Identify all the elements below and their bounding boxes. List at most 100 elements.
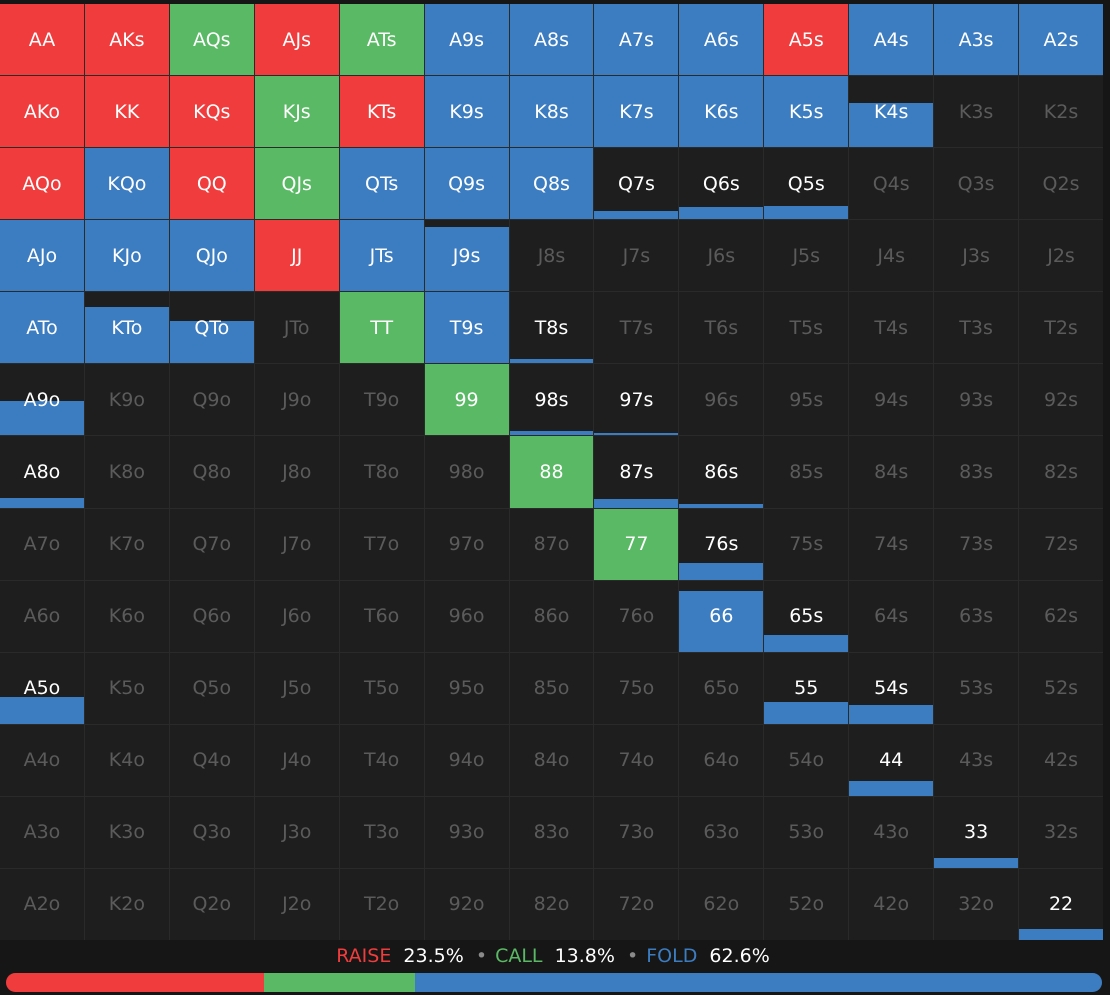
hand-cell-J4o[interactable]: J4o: [254, 724, 339, 796]
hand-cell-A5s[interactable]: A5s: [764, 4, 849, 76]
hand-cell-75o[interactable]: 75o: [594, 652, 679, 724]
hand-cell-K9o[interactable]: K9o: [84, 364, 169, 436]
hand-cell-AQo[interactable]: AQo: [0, 148, 84, 220]
hand-cell-AJo[interactable]: AJo: [0, 220, 84, 292]
hand-cell-43o[interactable]: 43o: [849, 796, 934, 868]
hand-cell-84s[interactable]: 84s: [849, 436, 934, 508]
hand-cell-AQs[interactable]: AQs: [169, 4, 254, 76]
hand-cell-22[interactable]: 22: [1019, 868, 1103, 940]
hand-cell-97s[interactable]: 97s: [594, 364, 679, 436]
hand-cell-QTo[interactable]: QTo: [169, 292, 254, 364]
hand-cell-A3o[interactable]: A3o: [0, 796, 84, 868]
hand-cell-85o[interactable]: 85o: [509, 652, 594, 724]
hand-cell-K6s[interactable]: K6s: [679, 76, 764, 148]
hand-cell-A8o[interactable]: A8o: [0, 436, 84, 508]
hand-cell-J8o[interactable]: J8o: [254, 436, 339, 508]
hand-cell-A2s[interactable]: A2s: [1019, 4, 1103, 76]
hand-cell-T5o[interactable]: T5o: [339, 652, 424, 724]
hand-cell-84o[interactable]: 84o: [509, 724, 594, 796]
hand-cell-Q8s[interactable]: Q8s: [509, 148, 594, 220]
hand-cell-QJs[interactable]: QJs: [254, 148, 339, 220]
hand-cell-Q5o[interactable]: Q5o: [169, 652, 254, 724]
hand-cell-Q6o[interactable]: Q6o: [169, 580, 254, 652]
hand-cell-KQs[interactable]: KQs: [169, 76, 254, 148]
hand-cell-Q8o[interactable]: Q8o: [169, 436, 254, 508]
hand-cell-63s[interactable]: 63s: [934, 580, 1019, 652]
hand-cell-54s[interactable]: 54s: [849, 652, 934, 724]
hand-cell-K3o[interactable]: K3o: [84, 796, 169, 868]
hand-cell-42o[interactable]: 42o: [849, 868, 934, 940]
hand-cell-KK[interactable]: KK: [84, 76, 169, 148]
hand-cell-J3s[interactable]: J3s: [934, 220, 1019, 292]
hand-cell-T2o[interactable]: T2o: [339, 868, 424, 940]
hand-cell-T4s[interactable]: T4s: [849, 292, 934, 364]
hand-cell-44[interactable]: 44: [849, 724, 934, 796]
hand-cell-88[interactable]: 88: [509, 436, 594, 508]
hand-cell-K8s[interactable]: K8s: [509, 76, 594, 148]
hand-cell-T3o[interactable]: T3o: [339, 796, 424, 868]
hand-cell-J8s[interactable]: J8s: [509, 220, 594, 292]
hand-cell-K4s[interactable]: K4s: [849, 76, 934, 148]
hand-cell-T3s[interactable]: T3s: [934, 292, 1019, 364]
hand-cell-A9s[interactable]: A9s: [424, 4, 509, 76]
hand-cell-K5o[interactable]: K5o: [84, 652, 169, 724]
hand-cell-Q7o[interactable]: Q7o: [169, 508, 254, 580]
hand-cell-QQ[interactable]: QQ: [169, 148, 254, 220]
hand-cell-J3o[interactable]: J3o: [254, 796, 339, 868]
hand-cell-96o[interactable]: 96o: [424, 580, 509, 652]
hand-cell-87s[interactable]: 87s: [594, 436, 679, 508]
hand-cell-T4o[interactable]: T4o: [339, 724, 424, 796]
hand-cell-A9o[interactable]: A9o: [0, 364, 84, 436]
hand-cell-K8o[interactable]: K8o: [84, 436, 169, 508]
hand-cell-T5s[interactable]: T5s: [764, 292, 849, 364]
hand-cell-A6o[interactable]: A6o: [0, 580, 84, 652]
hand-cell-94s[interactable]: 94s: [849, 364, 934, 436]
hand-cell-73s[interactable]: 73s: [934, 508, 1019, 580]
hand-cell-ATo[interactable]: ATo: [0, 292, 84, 364]
hand-cell-TT[interactable]: TT: [339, 292, 424, 364]
hand-cell-K6o[interactable]: K6o: [84, 580, 169, 652]
hand-cell-96s[interactable]: 96s: [679, 364, 764, 436]
hand-cell-74s[interactable]: 74s: [849, 508, 934, 580]
hand-cell-33[interactable]: 33: [934, 796, 1019, 868]
hand-cell-77[interactable]: 77: [594, 508, 679, 580]
hand-cell-T7s[interactable]: T7s: [594, 292, 679, 364]
hand-cell-92o[interactable]: 92o: [424, 868, 509, 940]
hand-cell-87o[interactable]: 87o: [509, 508, 594, 580]
hand-cell-Q3s[interactable]: Q3s: [934, 148, 1019, 220]
hand-cell-KJo[interactable]: KJo: [84, 220, 169, 292]
hand-cell-QTs[interactable]: QTs: [339, 148, 424, 220]
hand-cell-Q6s[interactable]: Q6s: [679, 148, 764, 220]
hand-cell-Q4s[interactable]: Q4s: [849, 148, 934, 220]
hand-cell-T7o[interactable]: T7o: [339, 508, 424, 580]
hand-cell-66[interactable]: 66: [679, 580, 764, 652]
hand-cell-93s[interactable]: 93s: [934, 364, 1019, 436]
hand-cell-JJ[interactable]: JJ: [254, 220, 339, 292]
hand-cell-K4o[interactable]: K4o: [84, 724, 169, 796]
hand-cell-T2s[interactable]: T2s: [1019, 292, 1103, 364]
hand-cell-A3s[interactable]: A3s: [934, 4, 1019, 76]
hand-cell-74o[interactable]: 74o: [594, 724, 679, 796]
hand-cell-85s[interactable]: 85s: [764, 436, 849, 508]
hand-cell-K3s[interactable]: K3s: [934, 76, 1019, 148]
hand-cell-AJs[interactable]: AJs: [254, 4, 339, 76]
hand-cell-A2o[interactable]: A2o: [0, 868, 84, 940]
hand-cell-J2o[interactable]: J2o: [254, 868, 339, 940]
hand-cell-73o[interactable]: 73o: [594, 796, 679, 868]
hand-cell-53o[interactable]: 53o: [764, 796, 849, 868]
hand-cell-A7s[interactable]: A7s: [594, 4, 679, 76]
hand-cell-98s[interactable]: 98s: [509, 364, 594, 436]
hand-cell-94o[interactable]: 94o: [424, 724, 509, 796]
hand-cell-J9o[interactable]: J9o: [254, 364, 339, 436]
hand-cell-54o[interactable]: 54o: [764, 724, 849, 796]
hand-cell-T6o[interactable]: T6o: [339, 580, 424, 652]
hand-cell-J5s[interactable]: J5s: [764, 220, 849, 292]
hand-cell-Q3o[interactable]: Q3o: [169, 796, 254, 868]
hand-cell-75s[interactable]: 75s: [764, 508, 849, 580]
hand-cell-T9s[interactable]: T9s: [424, 292, 509, 364]
hand-cell-K7o[interactable]: K7o: [84, 508, 169, 580]
hand-cell-KQo[interactable]: KQo: [84, 148, 169, 220]
hand-cell-J7s[interactable]: J7s: [594, 220, 679, 292]
hand-cell-K5s[interactable]: K5s: [764, 76, 849, 148]
hand-cell-Q9s[interactable]: Q9s: [424, 148, 509, 220]
